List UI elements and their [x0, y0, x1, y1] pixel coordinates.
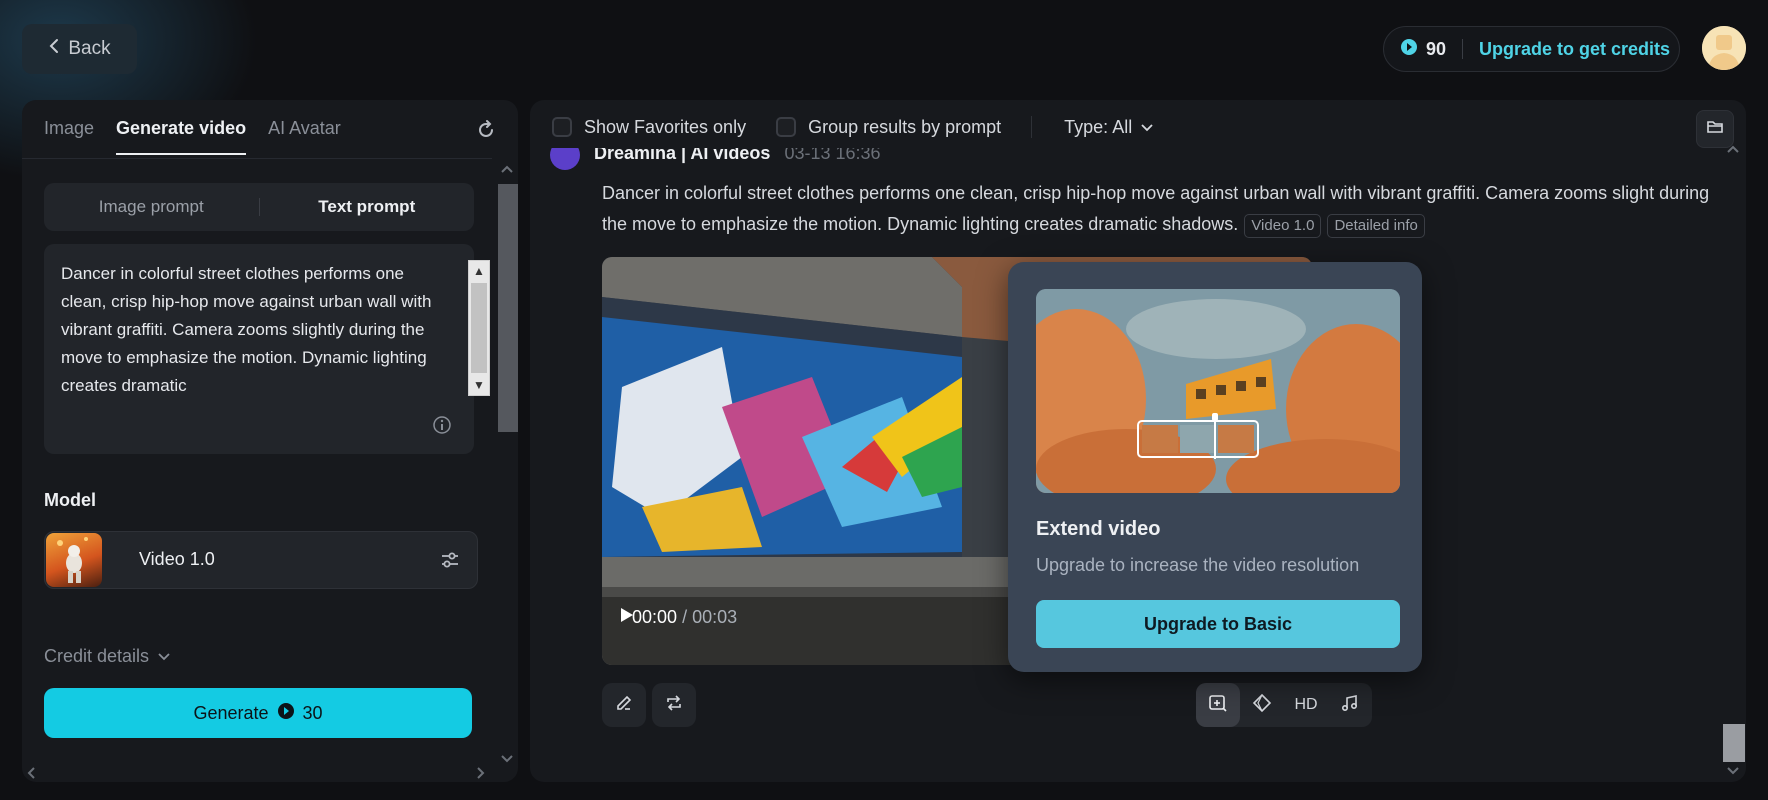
model-tag[interactable]: Video 1.0 — [1244, 214, 1322, 238]
tab-generate-video[interactable]: Generate video — [116, 118, 247, 155]
result-prompt: Dancer in colorful street clothes perfor… — [602, 178, 1722, 240]
interpolate-button[interactable] — [1240, 683, 1284, 727]
diamond-icon — [1252, 693, 1272, 718]
credit-details-label: Credit details — [44, 646, 150, 666]
hd-button[interactable]: HD — [1284, 683, 1328, 727]
edit-button[interactable] — [602, 683, 646, 727]
generate-button[interactable]: Generate 30 — [44, 688, 472, 738]
scroll-up-icon[interactable] — [1726, 144, 1740, 154]
info-icon[interactable] — [432, 415, 452, 435]
prompt-scroll-thumb[interactable] — [471, 283, 487, 373]
left-scroll-thumb[interactable] — [498, 184, 518, 432]
popover-title: Extend video — [1036, 518, 1161, 540]
scroll-up-icon[interactable]: ▲ — [469, 261, 489, 281]
generate-label: Generate — [193, 702, 269, 723]
group-results-filter[interactable]: Group results by prompt — [776, 117, 1001, 138]
upgrade-to-basic-button[interactable]: Upgrade to Basic — [1036, 600, 1400, 648]
detailed-info-tag[interactable]: Detailed info — [1327, 214, 1425, 238]
tab-ai-avatar[interactable]: AI Avatar — [268, 118, 341, 155]
repeat-icon — [664, 693, 684, 718]
chevron-down-icon — [1140, 117, 1154, 138]
folder-icon — [1706, 119, 1724, 140]
upgrade-credits-link[interactable]: Upgrade to get credits — [1479, 39, 1670, 60]
show-favorites-checkbox[interactable] — [552, 117, 572, 137]
extend-video-preview — [1036, 289, 1400, 493]
left-panel-hscrollbar[interactable] — [22, 760, 492, 782]
results-toolbar: Show Favorites only Group results by pro… — [552, 116, 1174, 138]
credits-pill[interactable]: 90 Upgrade to get credits — [1383, 26, 1680, 72]
back-button[interactable]: Back — [22, 24, 137, 74]
show-favorites-label: Show Favorites only — [584, 116, 747, 137]
results-scroll-thumb[interactable] — [1723, 724, 1745, 762]
video-tools-group: HD — [1196, 683, 1372, 727]
chevron-left-icon — [48, 38, 60, 60]
prompt-textarea[interactable]: Dancer in colorful street clothes perfor… — [61, 260, 441, 395]
scroll-down-icon[interactable]: ▼ — [469, 375, 489, 395]
credit-details-toggle[interactable]: Credit details — [44, 646, 171, 667]
mode-tabs: Image Generate video AI Avatar — [44, 118, 341, 155]
prompt-scrollbar[interactable]: ▲ ▼ — [468, 260, 490, 396]
toolbar-divider — [1031, 116, 1033, 138]
video-current-time: 00:00 — [632, 607, 678, 627]
add-music-button[interactable] — [1328, 683, 1372, 727]
chevron-down-icon — [157, 646, 171, 667]
result-time: 03-13 16:36 — [784, 148, 881, 163]
group-results-label: Group results by prompt — [808, 116, 1002, 137]
credit-coin-icon — [1400, 38, 1418, 61]
left-panel: Image Generate video AI Avatar Image pro… — [22, 100, 518, 782]
result-header: Dreamina | AI videos 03-13 16:36 — [550, 148, 881, 170]
result-source: Dreamina | AI videos — [594, 148, 771, 163]
scroll-down-icon[interactable] — [1726, 766, 1740, 776]
type-filter-label: Type: All — [1064, 116, 1133, 137]
back-label: Back — [68, 38, 111, 59]
type-filter-dropdown[interactable]: Type: All — [1064, 117, 1154, 138]
video-total-time: / 00:03 — [682, 607, 738, 627]
popover-description: Upgrade to increase the video resolution — [1036, 555, 1360, 575]
prompt-mode-toggle: Image prompt Text prompt — [44, 183, 474, 231]
scroll-left-icon[interactable] — [26, 766, 36, 780]
credits-count: 90 — [1426, 38, 1447, 59]
regenerate-button[interactable] — [652, 683, 696, 727]
model-label: Model — [44, 490, 96, 510]
group-results-checkbox[interactable] — [776, 117, 797, 137]
pencil-icon — [614, 693, 634, 718]
show-favorites-filter[interactable]: Show Favorites only — [552, 117, 746, 138]
image-prompt-option[interactable]: Image prompt — [44, 197, 259, 217]
credit-coin-icon — [277, 702, 295, 725]
music-note-icon — [1340, 693, 1360, 718]
scroll-up-icon[interactable] — [500, 164, 514, 174]
results-scrollbar[interactable] — [1720, 140, 1746, 782]
reset-icon[interactable] — [474, 118, 498, 142]
extend-video-popover: Extend video Upgrade to increase the vid… — [1008, 262, 1422, 672]
avatar[interactable] — [1702, 26, 1746, 70]
video-controls: 00:00 / 00:03 — [620, 607, 737, 628]
sliders-icon[interactable] — [439, 549, 461, 571]
credits-divider — [1462, 39, 1464, 59]
dreamina-logo-icon — [550, 148, 580, 170]
extend-video-button[interactable] — [1196, 683, 1240, 727]
model-selector[interactable]: Video 1.0 — [44, 531, 478, 589]
left-panel-scrollbar[interactable] — [494, 158, 518, 778]
model-name: Video 1.0 — [139, 549, 215, 569]
prompt-box: Dancer in colorful street clothes perfor… — [44, 244, 490, 454]
extend-video-icon — [1208, 693, 1228, 718]
text-prompt-option[interactable]: Text prompt — [260, 197, 475, 217]
model-thumbnail — [46, 533, 102, 587]
tab-image[interactable]: Image — [44, 118, 94, 155]
tabs-divider — [22, 158, 492, 159]
scroll-down-icon[interactable] — [500, 754, 514, 764]
result-prompt-text: Dancer in colorful street clothes perfor… — [602, 183, 1710, 234]
generate-cost: 30 — [302, 702, 323, 723]
scroll-right-icon[interactable] — [476, 766, 486, 780]
